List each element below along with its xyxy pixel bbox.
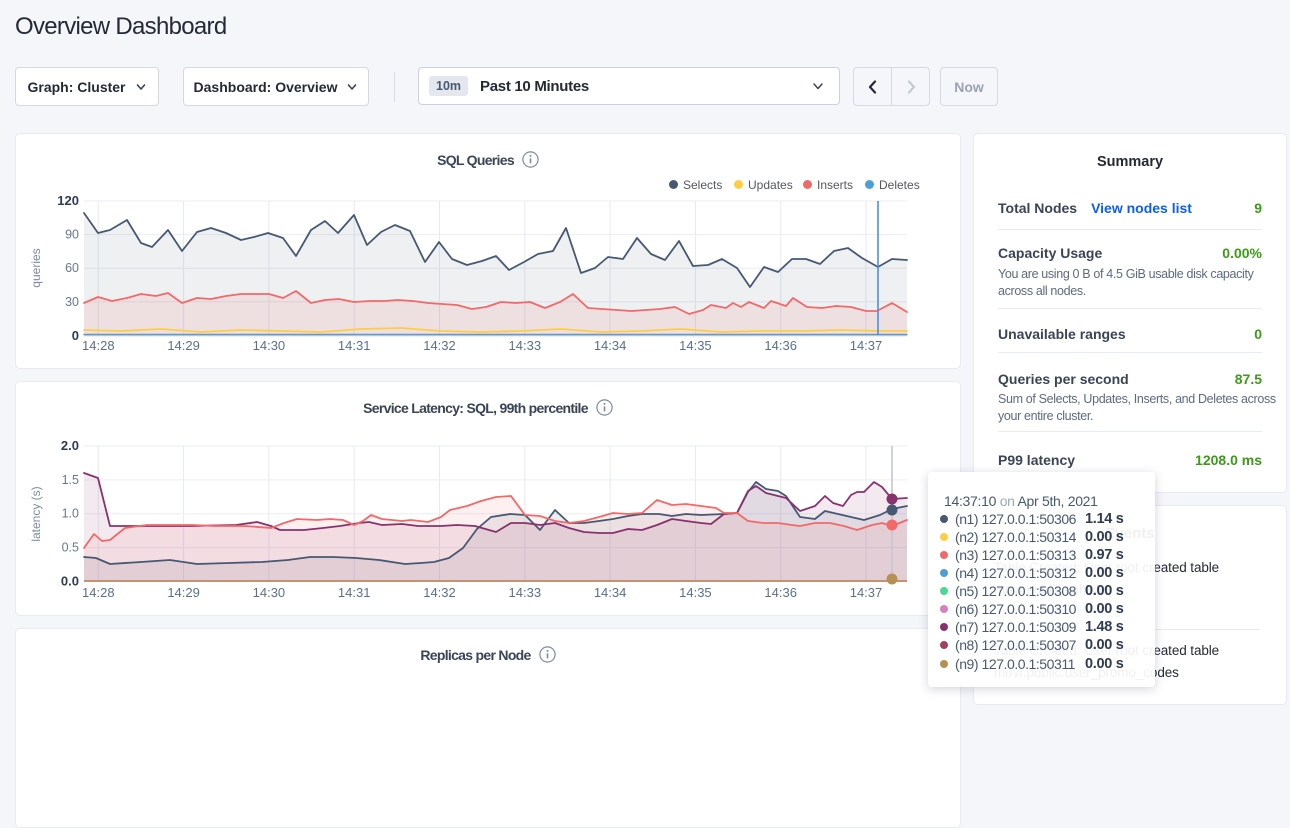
svg-text:14:30: 14:30 [253,338,286,353]
svg-text:14:28: 14:28 [82,585,115,600]
svg-text:14:33: 14:33 [509,585,542,600]
svg-text:14:29: 14:29 [167,585,200,600]
svg-text:14:32: 14:32 [423,585,456,600]
svg-text:90: 90 [65,228,79,242]
svg-text:14:36: 14:36 [764,585,797,600]
svg-text:60: 60 [65,261,79,275]
svg-text:0: 0 [72,328,79,343]
svg-text:1.5: 1.5 [62,473,79,487]
svg-text:14:30: 14:30 [253,585,286,600]
svg-text:14:29: 14:29 [167,338,200,353]
svg-text:latency (s): latency (s) [29,486,43,541]
svg-text:14:33: 14:33 [509,338,542,353]
svg-text:0.5: 0.5 [62,541,79,555]
svg-text:2.0: 2.0 [61,438,79,453]
svg-text:1.0: 1.0 [62,507,79,521]
svg-text:0.0: 0.0 [61,574,79,589]
svg-text:14:35: 14:35 [679,585,712,600]
svg-text:14:37: 14:37 [850,585,883,600]
svg-text:14:28: 14:28 [82,338,115,353]
svg-text:14:34: 14:34 [594,585,627,600]
svg-text:14:36: 14:36 [764,338,797,353]
svg-text:14:35: 14:35 [679,338,712,353]
svg-text:14:31: 14:31 [338,585,371,600]
svg-text:14:34: 14:34 [594,338,627,353]
svg-text:14:31: 14:31 [338,338,371,353]
svg-text:120: 120 [57,193,79,208]
svg-text:14:32: 14:32 [423,338,456,353]
svg-text:queries: queries [29,248,43,287]
svg-text:14:37: 14:37 [850,338,883,353]
svg-text:30: 30 [65,295,79,309]
